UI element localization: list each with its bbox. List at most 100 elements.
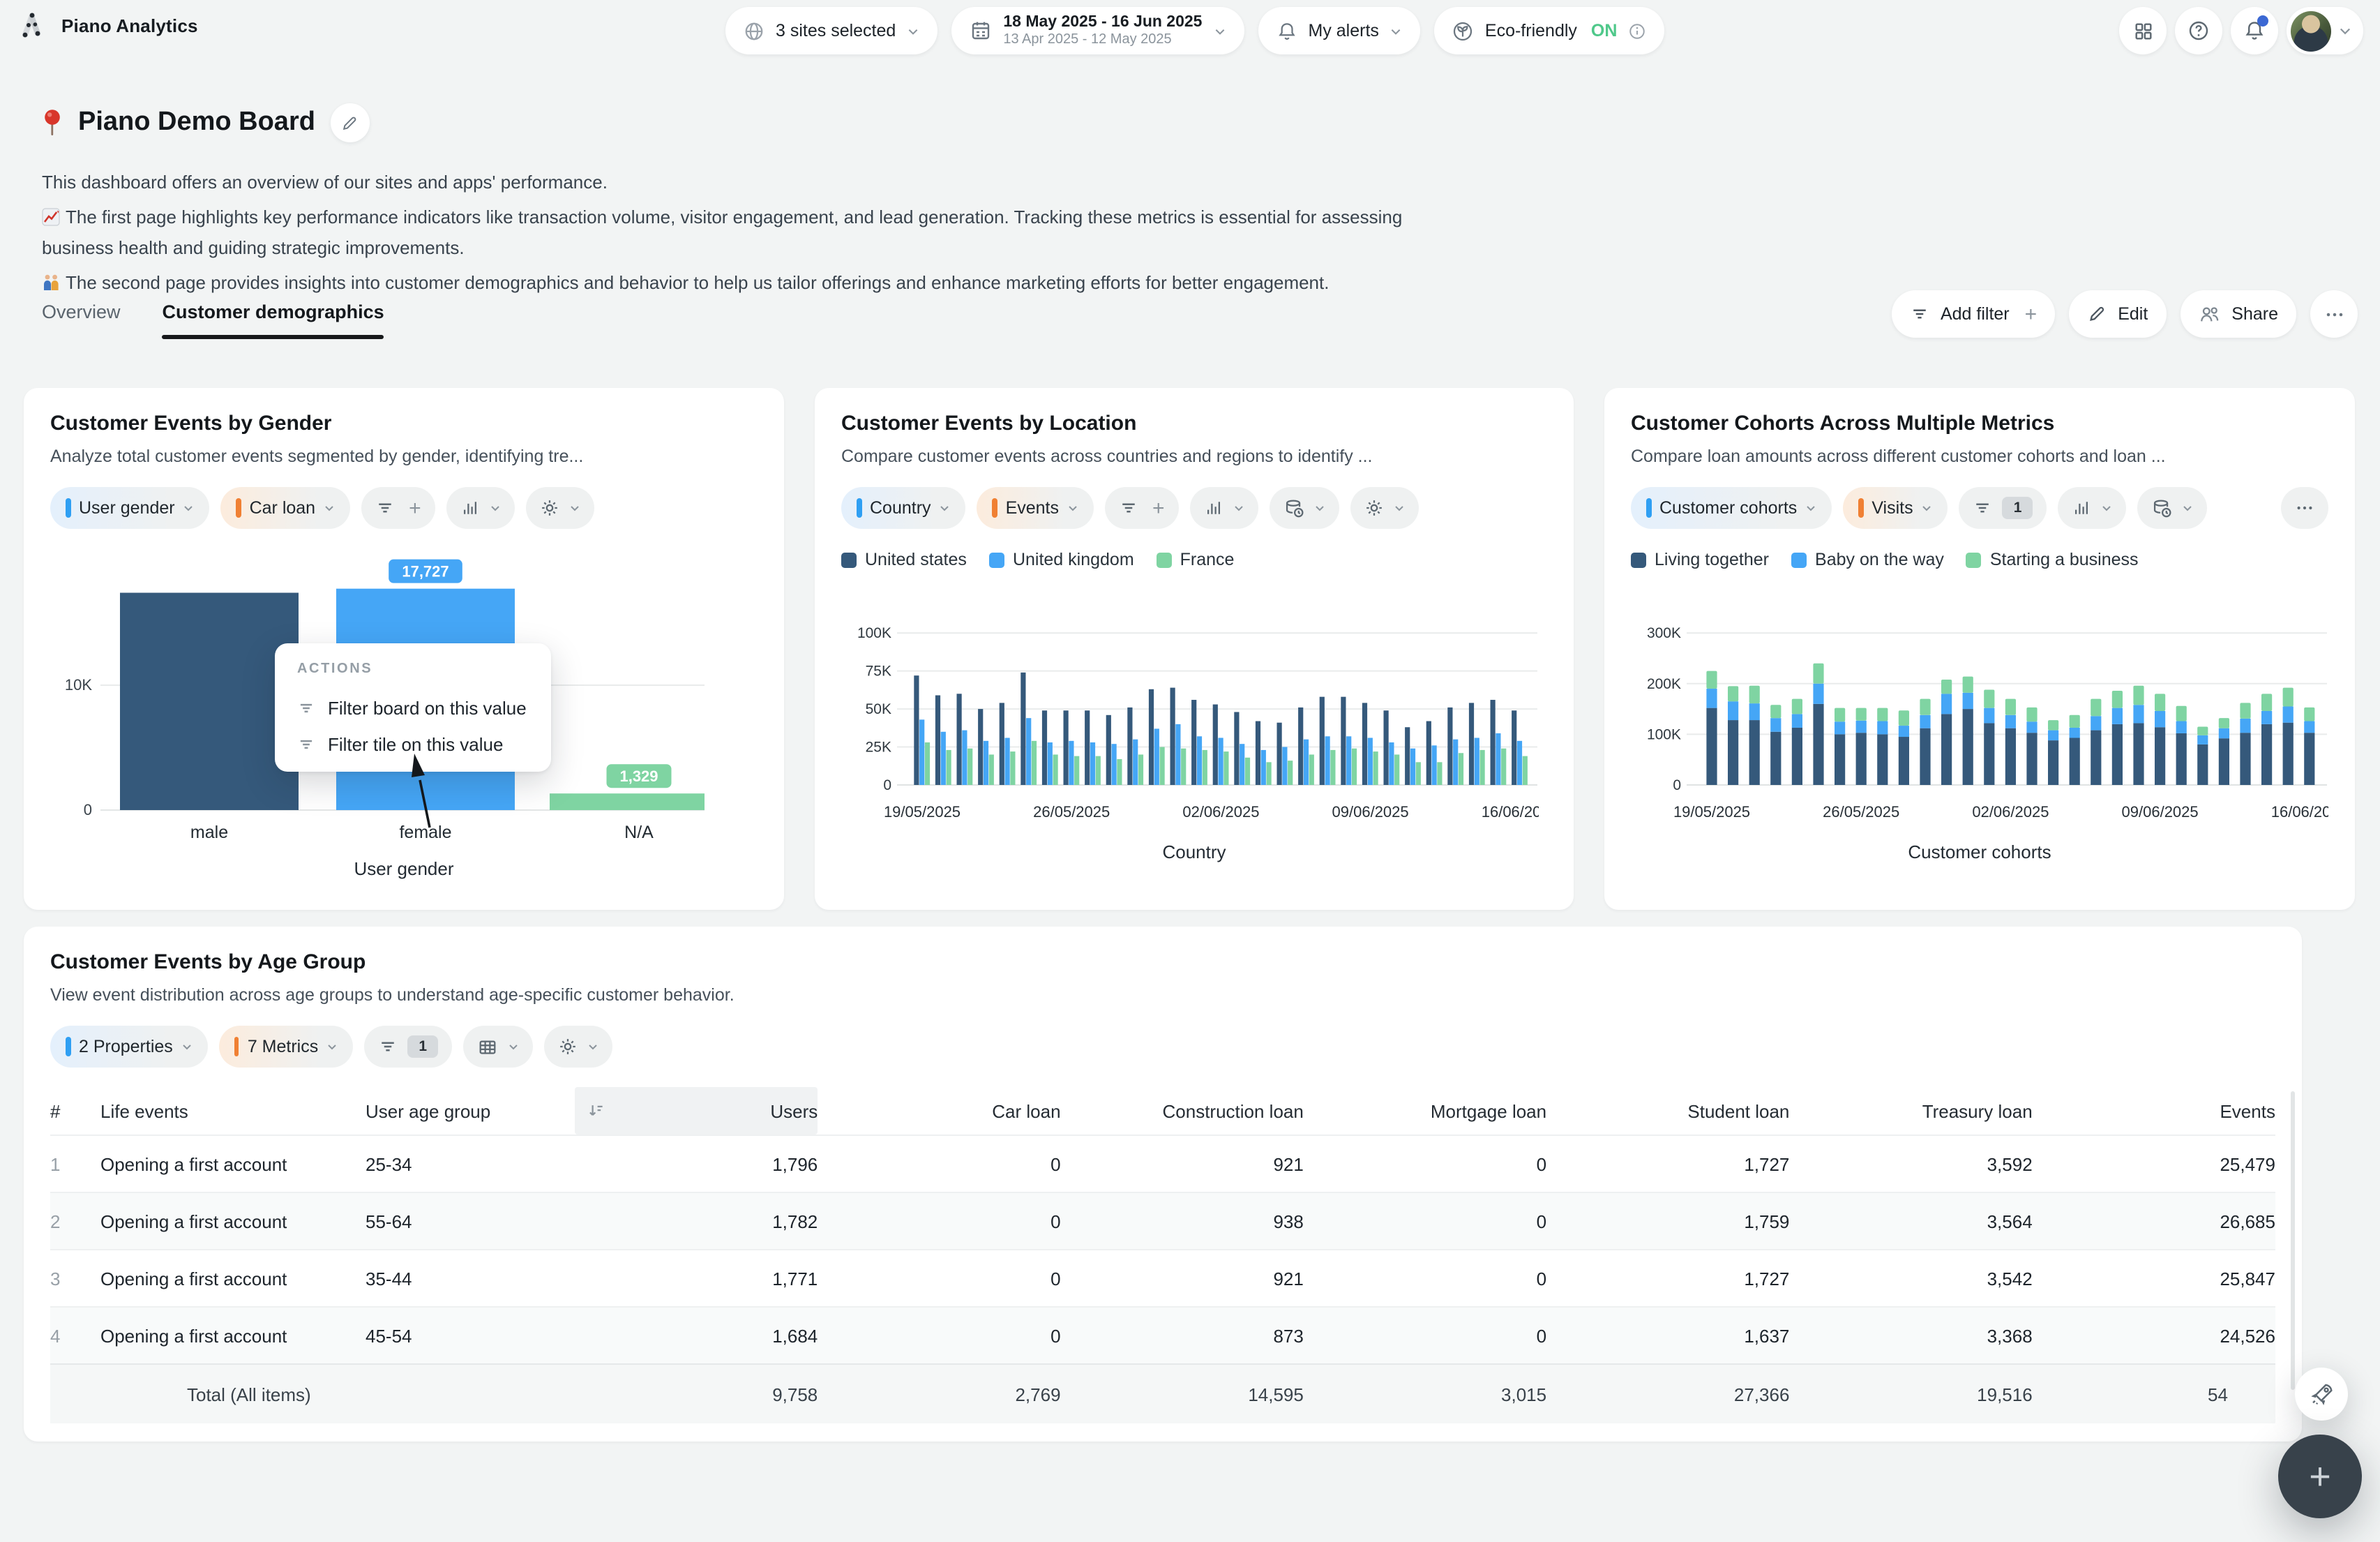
svg-text:16/06/2025: 16/06/2025	[1482, 803, 1539, 821]
cell: Opening a first account	[100, 1211, 366, 1232]
tabs-row: Overview Customer demographics Add filte…	[42, 290, 2358, 354]
col-header-student-loan[interactable]: Student loan	[1687, 1100, 1789, 1121]
add-filter-button[interactable]: Add filter +	[1892, 290, 2055, 338]
table-row[interactable]: 3Opening a first account35-441,771092101…	[50, 1249, 2275, 1306]
chevron-down-icon	[326, 1041, 338, 1052]
col-header-age-group[interactable]: User age group	[366, 1100, 575, 1121]
table-header-row: # Life events User age group Users Car l…	[50, 1087, 2275, 1135]
table-row[interactable]: 4Opening a first account45-541,684087301…	[50, 1306, 2275, 1363]
notifications-button[interactable]	[2231, 7, 2278, 54]
legend-item[interactable]: Baby on the way	[1791, 550, 1944, 569]
metric-pill-visits[interactable]: Visits	[1843, 487, 1948, 529]
legend-item[interactable]: United kingdom	[989, 550, 1134, 569]
brand[interactable]: Piano Analytics	[20, 10, 198, 40]
info-icon[interactable]	[1628, 22, 1646, 40]
more-actions-button[interactable]	[2310, 290, 2358, 338]
settings-pill[interactable]	[544, 1026, 612, 1068]
metrics-pill[interactable]: 7 Metrics	[219, 1026, 353, 1068]
settings-pill[interactable]	[1350, 487, 1419, 529]
svg-text:19/05/2025: 19/05/2025	[884, 803, 961, 821]
settings-pill[interactable]	[526, 487, 594, 529]
chart-type-pill[interactable]	[2058, 487, 2127, 529]
filter-pill[interactable]: 1	[1959, 487, 2047, 529]
cell: 921	[1061, 1153, 1304, 1174]
legend-item[interactable]: France	[1157, 550, 1235, 569]
col-header-mortgage-loan[interactable]: Mortgage loan	[1431, 1100, 1546, 1121]
edit-title-button[interactable]	[331, 103, 370, 142]
menu-item-filter-board[interactable]: Filter board on this value	[297, 689, 529, 726]
data-history-pill[interactable]	[2138, 487, 2208, 529]
col-header-life-events[interactable]: Life events	[100, 1100, 366, 1121]
property-pill-user-gender[interactable]: User gender	[50, 487, 210, 529]
legend-item[interactable]: Starting a business	[1966, 550, 2139, 569]
metric-pill-car-loan[interactable]: Car loan	[221, 487, 351, 529]
properties-pill[interactable]: 2 Properties	[50, 1026, 208, 1068]
eco-friendly-toggle[interactable]: Eco-friendly ON	[1435, 7, 1665, 54]
card-pills: Country Events +	[841, 487, 1547, 529]
apps-grid-button[interactable]	[2119, 7, 2167, 54]
data-history-pill[interactable]	[1270, 487, 1339, 529]
card-events-by-gender: Customer Events by Gender Analyze total …	[24, 388, 784, 910]
cell: 3,564	[1789, 1211, 2032, 1232]
plus-icon: +	[2309, 1458, 2331, 1495]
filter-add-pill[interactable]: +	[361, 487, 435, 529]
svg-text:26/05/2025: 26/05/2025	[1033, 803, 1110, 821]
chart-type-pill[interactable]	[1190, 487, 1258, 529]
filter-add-pill[interactable]: +	[1105, 487, 1179, 529]
table-row[interactable]: 2Opening a first account55-641,782093801…	[50, 1192, 2275, 1249]
col-header-events[interactable]: Events	[2220, 1100, 2275, 1121]
card-title: Customer Events by Gender	[50, 412, 758, 437]
svg-text:75K: 75K	[866, 664, 891, 680]
x-axis-title: Customer cohorts	[1631, 841, 2328, 862]
tab-overview[interactable]: Overview	[42, 301, 121, 339]
more-pill[interactable]	[2281, 487, 2328, 529]
share-button[interactable]: Share	[2180, 290, 2296, 338]
tab-customer-demographics[interactable]: Customer demographics	[163, 301, 384, 339]
table-body: 1Opening a first account25-341,796092101…	[50, 1135, 2275, 1363]
col-header-index[interactable]: #	[50, 1100, 100, 1121]
database-clock-icon	[2152, 497, 2173, 518]
table-row[interactable]: 1Opening a first account25-341,796092101…	[50, 1135, 2275, 1192]
chart-type-pill[interactable]	[446, 487, 515, 529]
cohorts-stacked-bar-chart[interactable]: 0100K200K300K19/05/202526/05/202502/06/2…	[1631, 585, 2328, 836]
date-range-picker[interactable]: 18 May 2025 - 16 Jun 2025 13 Apr 2025 - …	[951, 7, 1244, 54]
location-grouped-bar-chart[interactable]: 025K50K75K100K19/05/202526/05/202502/06/…	[841, 585, 1539, 836]
legend: Living together Baby on the way Starting…	[1631, 548, 2328, 571]
col-header-construction-loan[interactable]: Construction loan	[1163, 1100, 1304, 1121]
col-header-car-loan[interactable]: Car loan	[992, 1100, 1060, 1121]
plus-icon: +	[2025, 302, 2038, 326]
help-button[interactable]	[2175, 7, 2222, 54]
total-treasury-loan: 19,516	[1789, 1384, 2032, 1405]
cursor-arrow	[386, 730, 470, 869]
quick-launch-button[interactable]	[2295, 1368, 2348, 1421]
card-title: Customer Cohorts Across Multiple Metrics	[1631, 412, 2328, 437]
table-scrollbar[interactable]	[2291, 1091, 2295, 1390]
property-pill-customer-cohorts[interactable]: Customer cohorts	[1631, 487, 1832, 529]
legend-item[interactable]: United states	[841, 550, 967, 569]
ellipsis-icon	[2323, 304, 2344, 324]
col-header-users-sorted[interactable]: Users	[575, 1087, 818, 1135]
legend-item[interactable]: Living together	[1631, 550, 1769, 569]
row-index: 3	[50, 1268, 100, 1289]
gear-icon	[540, 498, 559, 518]
cell: Opening a first account	[100, 1153, 366, 1174]
col-header-treasury-loan[interactable]: Treasury loan	[1922, 1100, 2033, 1121]
bar-chart-icon	[460, 498, 480, 518]
table-view-pill[interactable]	[463, 1026, 533, 1068]
row-index: 1	[50, 1153, 100, 1174]
total-car-loan: 2,769	[818, 1384, 1060, 1405]
my-alerts-button[interactable]: My alerts	[1258, 7, 1421, 54]
filter-pill[interactable]: 1	[364, 1026, 452, 1068]
chevron-down-icon	[183, 502, 195, 514]
property-pill-country[interactable]: Country	[841, 487, 966, 529]
add-tile-button[interactable]: +	[2278, 1435, 2362, 1518]
table-subtitle: View event distribution across age group…	[50, 984, 2275, 1006]
filter-icon	[375, 498, 395, 518]
edit-button[interactable]: Edit	[2069, 290, 2166, 338]
tabs: Overview Customer demographics	[42, 301, 384, 339]
metric-pill-events[interactable]: Events	[977, 487, 1094, 529]
bell-icon	[1276, 20, 1297, 41]
site-selector[interactable]: 3 sites selected	[725, 7, 937, 54]
user-menu[interactable]	[2287, 7, 2363, 54]
edit-label: Edit	[2118, 304, 2148, 324]
